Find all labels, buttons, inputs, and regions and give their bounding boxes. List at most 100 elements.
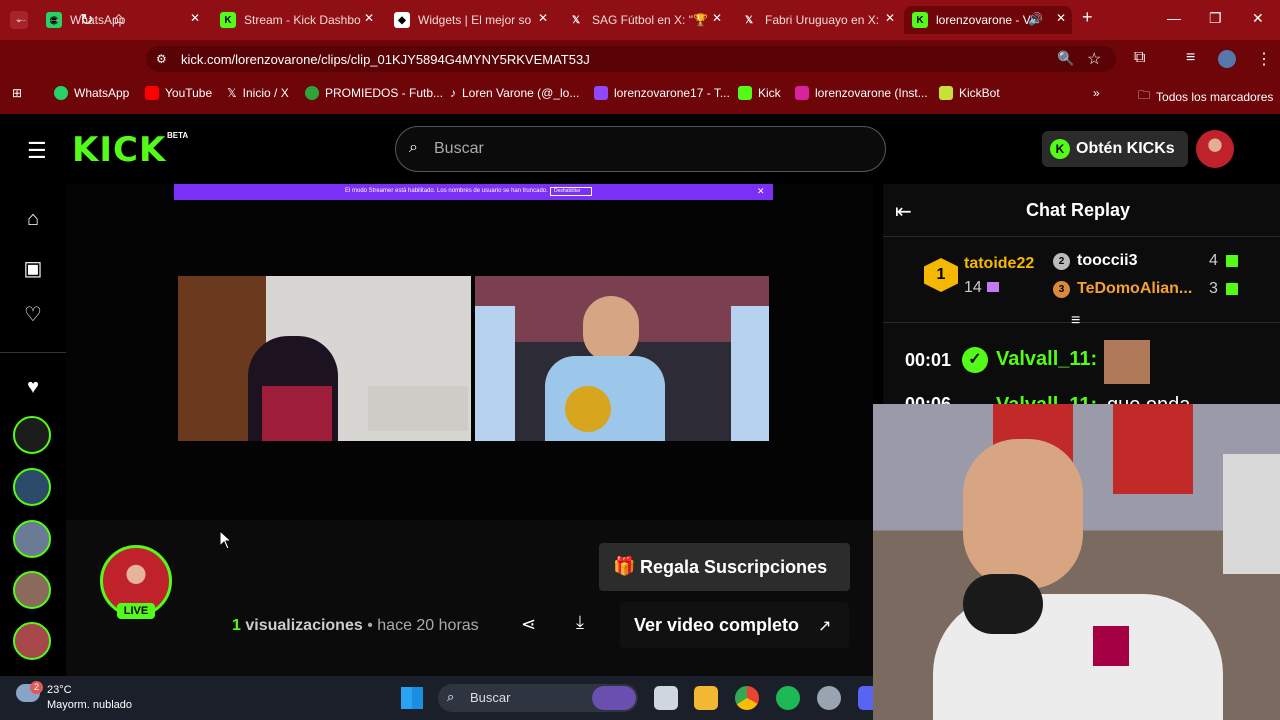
more-bookmarks-icon[interactable]: »	[1093, 86, 1100, 100]
speaker-icon[interactable]: 🔊	[1028, 12, 1043, 26]
bookmark-folder[interactable]: 🗀 Todos los marcadores	[1138, 86, 1273, 107]
menu-icon[interactable]: ⋮	[1256, 49, 1272, 69]
forward-icon[interactable]: →	[46, 10, 62, 28]
browse-icon[interactable]: ▣	[18, 256, 48, 286]
weather-condition: Mayorm. nublado	[47, 699, 132, 711]
taskbar-search-text: Buscar	[470, 690, 511, 705]
leaderboard-name[interactable]: tatoide22	[964, 255, 1034, 273]
expand-leaderboard-icon[interactable]: ≡	[1071, 312, 1080, 330]
leaderboard-count: 3	[1209, 280, 1218, 297]
bookmark-tiktok[interactable]: ♪ Loren Varone (@_lo...	[450, 86, 579, 100]
instagram-icon	[795, 86, 809, 100]
minimize-button[interactable]: —	[1167, 10, 1181, 26]
chat-divider	[883, 236, 1280, 237]
weather-widget[interactable]: 23°C Mayorm. nublado	[47, 683, 132, 713]
following-icon[interactable]: ♡	[18, 302, 48, 332]
leaderboard-name[interactable]: TeDomoAlian...	[1077, 280, 1192, 298]
hanging-jersey	[1113, 404, 1193, 494]
chrome-icon[interactable]	[735, 686, 759, 710]
chat-username[interactable]: Valvall_11:	[996, 394, 1097, 404]
extensions-icon[interactable]: ⧉	[1134, 49, 1145, 67]
bookmark-youtube[interactable]: YouTube	[145, 86, 212, 100]
chat-username[interactable]: Valvall_11:	[996, 348, 1097, 371]
user-avatar[interactable]	[1196, 130, 1234, 168]
close-icon[interactable]: ✕	[757, 186, 765, 197]
followed-channel-avatar[interactable]	[13, 520, 51, 558]
file-explorer-icon[interactable]	[694, 686, 718, 710]
tab-widgets[interactable]: ◆ Widgets | El mejor so ✕	[386, 6, 554, 34]
discord-icon[interactable]	[858, 686, 873, 710]
sub-icon	[1226, 255, 1238, 267]
close-icon[interactable]: ✕	[885, 11, 895, 25]
tab-fabri-uruguayo[interactable]: 𝕏 Fabri Uruguayo en X: ✕	[733, 6, 901, 34]
tab-sag-futbol[interactable]: 𝕏 SAG Fútbol en X: "🏆 ✕	[560, 6, 728, 34]
close-icon[interactable]: ✕	[712, 11, 722, 25]
mouse-cursor-icon	[219, 530, 233, 550]
download-icon[interactable]: ⤓	[576, 612, 584, 633]
disable-button[interactable]: Deshabilitar	[550, 187, 592, 196]
profile-avatar[interactable]	[1218, 50, 1236, 68]
whatsapp-icon	[54, 86, 68, 100]
back-icon[interactable]: ←	[13, 10, 29, 28]
zoom-icon[interactable]: 🔍	[1057, 50, 1074, 67]
home-icon[interactable]: ⌂	[114, 10, 124, 28]
followed-channel-avatar[interactable]	[13, 416, 51, 454]
external-link-icon: ↗	[818, 618, 832, 635]
leaderboard-name[interactable]: tooccii3	[1077, 252, 1137, 270]
home-icon[interactable]: ⌂	[18, 208, 48, 238]
person-face	[583, 296, 639, 362]
followed-channel-avatar[interactable]	[13, 468, 51, 506]
close-icon[interactable]: ✕	[1056, 11, 1066, 25]
verified-icon: ✓	[962, 347, 988, 373]
search-icon: ⌕	[409, 139, 418, 156]
bookmark-promiedos[interactable]: PROMIEDOS - Futb...	[305, 86, 443, 100]
windows-start-icon[interactable]	[401, 687, 423, 709]
close-icon[interactable]: ✕	[190, 11, 200, 25]
new-tab-button[interactable]: +	[1082, 7, 1093, 28]
media-icon[interactable]: ≡	[1186, 49, 1195, 67]
live-badge: LIVE	[117, 603, 155, 619]
twitch-icon	[594, 86, 608, 100]
url-text[interactable]: kick.com/lorenzovarone/clips/clip_01KJY5…	[181, 52, 590, 67]
bookmark-whatsapp[interactable]: WhatsApp	[54, 86, 129, 100]
hamburger-icon[interactable]: ☰	[27, 138, 47, 164]
jersey	[262, 386, 332, 441]
heart-icon[interactable]: ♥	[18, 376, 48, 406]
followed-channel-avatar[interactable]	[13, 622, 51, 660]
bookmark-instagram[interactable]: lorenzovarone (Inst...	[795, 86, 928, 100]
tiktok-icon: ♪	[450, 86, 456, 100]
apps-icon[interactable]: ⊞	[12, 86, 22, 100]
clip-frame-right	[475, 276, 769, 441]
kick-logo[interactable]: KICK	[72, 130, 166, 170]
followed-channel-avatar[interactable]	[13, 571, 51, 609]
bookmark-x[interactable]: 𝕏 Inicio / X	[227, 86, 289, 100]
kick-icon	[738, 86, 752, 100]
collapse-chat-icon[interactable]: ⇤	[895, 199, 912, 224]
bookmark-kickbot[interactable]: KickBot	[939, 86, 1000, 100]
tab-kick-dashboard[interactable]: K Stream - Kick Dashbo ✕	[212, 6, 380, 34]
full-video-label: Ver video completo	[634, 615, 800, 635]
sidebar-divider	[0, 352, 66, 353]
close-icon[interactable]: ✕	[538, 11, 548, 25]
close-window-button[interactable]: ✕	[1252, 10, 1264, 27]
rank-3-badge: 3	[1053, 281, 1070, 298]
task-view-icon[interactable]	[654, 686, 678, 710]
chat-message-text: que onda	[1107, 394, 1190, 404]
site-settings-icon[interactable]: ⚙	[156, 52, 167, 66]
star-icon[interactable]: ☆	[1087, 49, 1101, 69]
reload-icon[interactable]: ↻	[80, 10, 93, 30]
wall	[1223, 454, 1280, 574]
spotify-icon[interactable]	[776, 686, 800, 710]
close-icon[interactable]: ✕	[364, 11, 374, 25]
emote-image	[1104, 340, 1150, 384]
tab-lorenzovarone[interactable]: K lorenzovarone - V 🔊 ✕	[904, 6, 1072, 34]
leaderboard-count: 14	[964, 279, 982, 296]
gift-sub-icon	[987, 282, 999, 292]
search-icon: ⌕	[447, 689, 455, 704]
maximize-button[interactable]: ❐	[1209, 10, 1222, 27]
bookmark-twitch[interactable]: lorenzovarone17 - T...	[594, 86, 730, 100]
app-icon[interactable]	[817, 686, 841, 710]
share-icon[interactable]: ⋖	[521, 614, 536, 635]
bookmark-kick[interactable]: Kick	[738, 86, 781, 100]
notification-badge: 2	[30, 681, 43, 694]
